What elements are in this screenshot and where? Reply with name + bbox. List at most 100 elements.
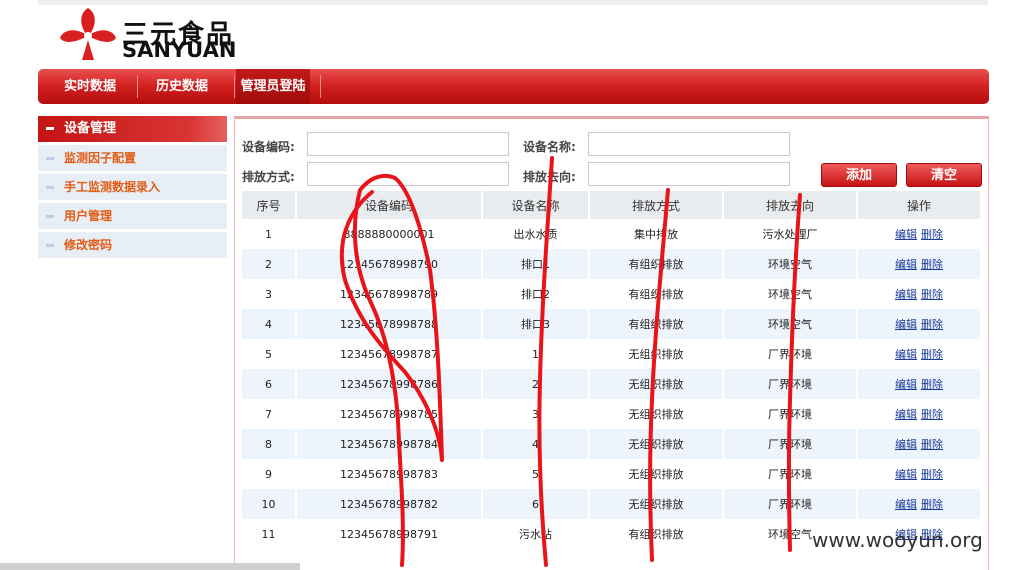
device-name-input[interactable] — [588, 132, 790, 156]
column-header-device-code: 设备编码 — [296, 191, 483, 219]
cell-no: 6 — [242, 369, 297, 399]
column-header-device-name: 设备名称 — [482, 191, 590, 219]
edit-link[interactable]: 编辑 — [895, 288, 917, 301]
device-code-label: 设备编码: — [242, 140, 295, 154]
cell-discharge-destination: 厂界环境 — [723, 369, 858, 399]
delete-link[interactable]: 删除 — [921, 258, 943, 271]
delete-link[interactable]: 删除 — [921, 468, 943, 481]
edit-link[interactable]: 编辑 — [895, 228, 917, 241]
edit-link[interactable]: 编辑 — [895, 378, 917, 391]
delete-link[interactable]: 删除 — [921, 318, 943, 331]
cell-discharge-destination: 厂界环境 — [723, 399, 858, 429]
delete-link[interactable]: 删除 — [921, 378, 943, 391]
delete-link[interactable]: 删除 — [921, 228, 943, 241]
cell-discharge-mode: 无组织排放 — [589, 459, 724, 489]
table-row: 5 12345678998787 1 无组织排放 厂界环境 编辑 删除 — [242, 339, 982, 369]
sidebar-header-label: 设备管理 — [64, 121, 117, 136]
edit-link[interactable]: 编辑 — [895, 498, 917, 511]
table-row: 1 8888880000001 出水水质 集中排放 污水处理厂 编辑 删除 — [242, 219, 982, 249]
sidebar: 设备管理 监测因子配置 手工监测数据录入 用户管理 修改密码 — [38, 116, 227, 258]
top-border — [38, 0, 988, 5]
horizontal-scrollbar[interactable] — [0, 563, 300, 570]
nav-divider — [137, 75, 138, 98]
dash-icon — [46, 157, 54, 160]
top-nav-bar: 实时数据 历史数据 管理员登陆 — [38, 69, 989, 104]
sidebar-item-factor-config[interactable]: 监测因子配置 — [38, 145, 227, 171]
dash-icon — [46, 186, 54, 189]
clear-button[interactable]: 清空 — [906, 163, 982, 187]
table-row: 3 12345678998789 排口2 有组织排放 环境空气 编辑 删除 — [242, 279, 982, 309]
edit-link[interactable]: 编辑 — [895, 348, 917, 361]
sidebar-item-manual-entry[interactable]: 手工监测数据录入 — [38, 174, 227, 200]
delete-link[interactable]: 删除 — [921, 348, 943, 361]
edit-link[interactable]: 编辑 — [895, 408, 917, 421]
cell-no: 3 — [242, 279, 297, 309]
cell-discharge-destination: 污水处理厂 — [723, 219, 858, 249]
nav-realtime-data[interactable]: 实时数据 — [50, 69, 130, 104]
cell-actions: 编辑 删除 — [857, 309, 982, 339]
cell-device-name: 排口1 — [482, 249, 590, 279]
table-row: 7 12345678998785 3 无组织排放 厂界环境 编辑 删除 — [242, 399, 982, 429]
table-row: 9 12345678998783 5 无组织排放 厂界环境 编辑 删除 — [242, 459, 982, 489]
cell-device-code: 12345678998787 — [296, 339, 483, 369]
logo-mark-icon — [60, 8, 116, 60]
sidebar-item-user-management[interactable]: 用户管理 — [38, 203, 227, 229]
cell-device-name: 排口3 — [482, 309, 590, 339]
cell-device-code: 12345678998783 — [296, 459, 483, 489]
sidebar-item-label: 监测因子配置 — [64, 151, 137, 165]
logo: 三元食品 SANYUAN — [58, 6, 258, 62]
cell-no: 10 — [242, 489, 297, 519]
cell-discharge-destination: 环境空气 — [723, 279, 858, 309]
cell-discharge-mode: 无组织排放 — [589, 429, 724, 459]
cell-device-code: 8888880000001 — [296, 219, 483, 249]
edit-link[interactable]: 编辑 — [895, 468, 917, 481]
cell-device-code: 12345678998782 — [296, 489, 483, 519]
delete-link[interactable]: 删除 — [921, 288, 943, 301]
cell-discharge-mode: 无组织排放 — [589, 369, 724, 399]
discharge-mode-label: 排放方式: — [242, 170, 295, 184]
cell-discharge-mode: 有组织排放 — [589, 279, 724, 309]
cell-no: 1 — [242, 219, 297, 249]
column-header-discharge-destination: 排放去向 — [723, 191, 858, 219]
cell-actions: 编辑 删除 — [857, 399, 982, 429]
watermark-text: www.wooyun.org — [812, 528, 983, 552]
table-header-row: 序号 设备编码 设备名称 排放方式 排放去向 操作 — [242, 191, 982, 219]
delete-link[interactable]: 删除 — [921, 438, 943, 451]
cell-discharge-destination: 环境空气 — [723, 249, 858, 279]
cell-discharge-mode: 有组织排放 — [589, 309, 724, 339]
cell-device-name: 3 — [482, 399, 590, 429]
device-table: 序号 设备编码 设备名称 排放方式 排放去向 操作 1 8888880000001… — [242, 191, 982, 549]
cell-actions: 编辑 删除 — [857, 489, 982, 519]
nav-history-data[interactable]: 历史数据 — [142, 69, 222, 104]
dash-icon — [46, 244, 54, 247]
cell-discharge-mode: 有组织排放 — [589, 519, 724, 549]
cell-discharge-destination: 厂界环境 — [723, 429, 858, 459]
nav-divider — [320, 75, 321, 98]
device-code-input[interactable] — [307, 132, 509, 156]
cell-discharge-mode: 有组织排放 — [589, 249, 724, 279]
nav-admin-login[interactable]: 管理员登陆 — [236, 69, 310, 104]
cell-device-name: 污水站 — [482, 519, 590, 549]
discharge-destination-input[interactable] — [588, 162, 790, 186]
add-button[interactable]: 添加 — [821, 163, 897, 187]
sidebar-item-change-password[interactable]: 修改密码 — [38, 232, 227, 258]
cell-discharge-mode: 无组织排放 — [589, 489, 724, 519]
discharge-mode-input[interactable] — [307, 162, 509, 186]
edit-link[interactable]: 编辑 — [895, 258, 917, 271]
cell-actions: 编辑 删除 — [857, 459, 982, 489]
sidebar-header-device-management[interactable]: 设备管理 — [38, 116, 227, 142]
cell-device-code: 12345678998790 — [296, 249, 483, 279]
cell-device-name: 5 — [482, 459, 590, 489]
delete-link[interactable]: 删除 — [921, 408, 943, 421]
delete-link[interactable]: 删除 — [921, 498, 943, 511]
cell-discharge-destination: 厂界环境 — [723, 339, 858, 369]
cell-device-name: 1 — [482, 339, 590, 369]
cell-device-code: 12345678998784 — [296, 429, 483, 459]
cell-discharge-destination: 厂界环境 — [723, 489, 858, 519]
edit-link[interactable]: 编辑 — [895, 438, 917, 451]
dash-icon — [46, 215, 54, 218]
cell-actions: 编辑 删除 — [857, 219, 982, 249]
edit-link[interactable]: 编辑 — [895, 318, 917, 331]
nav-divider — [234, 75, 235, 98]
cell-no: 5 — [242, 339, 297, 369]
